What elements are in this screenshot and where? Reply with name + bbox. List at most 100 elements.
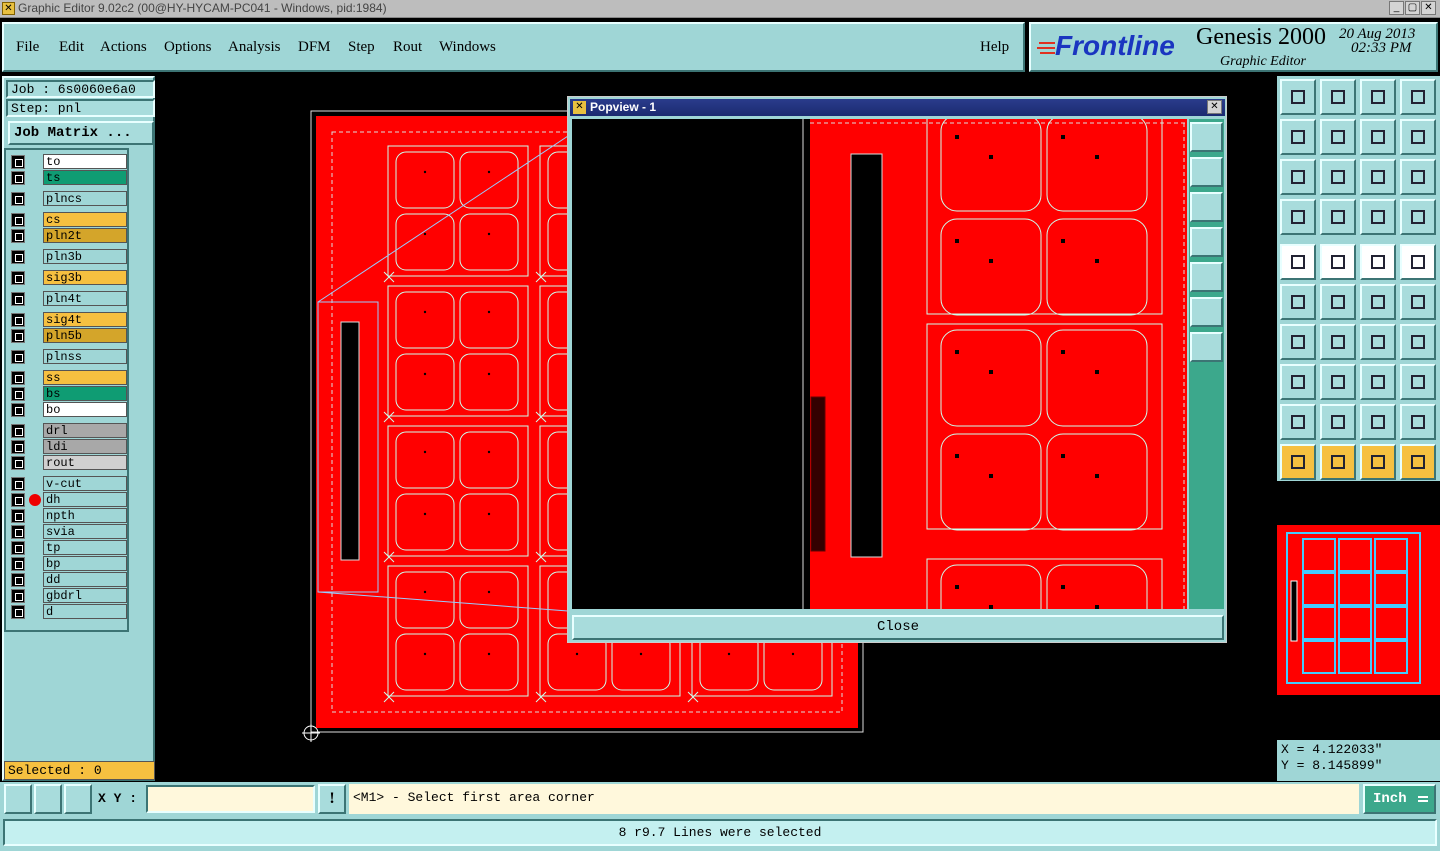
layer-row-d[interactable]: d: [8, 604, 129, 620]
arc2-icon[interactable]: [1320, 324, 1356, 360]
layer-checkbox[interactable]: [11, 525, 25, 539]
layer-checkbox[interactable]: [11, 477, 25, 491]
layer-name[interactable]: ss: [43, 370, 127, 385]
ruler-icon[interactable]: [1360, 244, 1396, 280]
layer-name[interactable]: pln3b: [43, 249, 127, 264]
save-icon[interactable]: [1320, 79, 1356, 115]
layer-name[interactable]: npth: [43, 508, 127, 523]
layer-checkbox[interactable]: [11, 403, 25, 417]
layer-checkbox[interactable]: [11, 573, 25, 587]
menu-windows[interactable]: Windows: [439, 39, 496, 56]
line-icon[interactable]: [1360, 284, 1396, 320]
layer-checkbox[interactable]: [11, 493, 25, 507]
layer-row-plncs[interactable]: plncs: [8, 191, 129, 207]
layer-row-tp[interactable]: tp: [8, 540, 129, 556]
menu-edit[interactable]: Edit: [59, 39, 84, 56]
popview-pan-down-icon[interactable]: [1190, 192, 1223, 222]
move-left-icon[interactable]: [1280, 119, 1316, 155]
layer-row-v-cut[interactable]: v-cut: [8, 476, 129, 492]
close-window-icon[interactable]: ✕: [1421, 1, 1436, 15]
split-view-icon[interactable]: [1400, 79, 1436, 115]
layer-checkbox[interactable]: [11, 605, 25, 619]
pointer-box-icon[interactable]: [1320, 444, 1356, 480]
menu-analysis[interactable]: Analysis: [228, 39, 281, 56]
menu-rout[interactable]: Rout: [393, 39, 422, 56]
triangle3-icon[interactable]: [1360, 404, 1396, 440]
popview-canvas[interactable]: [572, 108, 1187, 766]
delete-icon[interactable]: [1320, 364, 1356, 400]
pad-icon[interactable]: [1400, 244, 1436, 280]
layer-name[interactable]: drl: [43, 423, 127, 438]
popview-zoom-in-icon[interactable]: [1190, 297, 1223, 327]
rotate-icon[interactable]: [1360, 119, 1396, 155]
layer-row-ss[interactable]: ss: [8, 370, 129, 386]
measure-tool-icon[interactable]: [1320, 244, 1356, 280]
layer-name[interactable]: bp: [43, 556, 127, 571]
layer-checkbox[interactable]: [11, 313, 25, 327]
home-icon[interactable]: [1280, 79, 1316, 115]
layer-name[interactable]: bs: [43, 386, 127, 401]
layer-row-gbdrl[interactable]: gbdrl: [8, 588, 129, 604]
layer-checkbox[interactable]: [11, 589, 25, 603]
triangle4-icon[interactable]: [1400, 404, 1436, 440]
layer-name[interactable]: bo: [43, 402, 127, 417]
job-matrix-button[interactable]: Job Matrix ...: [8, 121, 154, 145]
layer-checkbox[interactable]: [11, 329, 25, 343]
layer-row-sig4t[interactable]: sig4t: [8, 312, 129, 328]
minimize-icon[interactable]: _: [1389, 1, 1404, 15]
layer-row-bp[interactable]: bp: [8, 556, 129, 572]
center-icon[interactable]: [1320, 159, 1356, 195]
arc-icon[interactable]: [1280, 324, 1316, 360]
net-icon[interactable]: [1360, 199, 1396, 235]
layer-checkbox[interactable]: [11, 509, 25, 523]
layer-row-bs[interactable]: bs: [8, 386, 129, 402]
house-icon[interactable]: [1360, 79, 1396, 115]
layer-row-pln4t[interactable]: pln4t: [8, 291, 129, 307]
measure-icon[interactable]: [4, 784, 32, 814]
units-dropdown[interactable]: Inch: [1363, 784, 1436, 814]
layer-name[interactable]: pln2t: [43, 228, 127, 243]
popview-close-button[interactable]: Close: [572, 615, 1224, 640]
grid-tool-icon[interactable]: [1320, 199, 1356, 235]
overview-map[interactable]: [1277, 525, 1440, 695]
layer-checkbox[interactable]: [11, 155, 25, 169]
layer-checkbox[interactable]: [11, 456, 25, 470]
maximize-icon[interactable]: ▢: [1405, 1, 1420, 15]
layer-row-drl[interactable]: drl: [8, 423, 129, 439]
grid-icon[interactable]: [64, 784, 92, 814]
xy-input[interactable]: [146, 785, 315, 813]
layer-name[interactable]: dd: [43, 572, 127, 587]
layer-checkbox[interactable]: [11, 292, 25, 306]
popview-zoom-icon[interactable]: [1190, 122, 1223, 152]
layer-row-rout[interactable]: rout: [8, 455, 129, 471]
layer-checkbox[interactable]: [11, 271, 25, 285]
layer-checkbox[interactable]: [11, 229, 25, 243]
triangle-icon[interactable]: [1280, 404, 1316, 440]
popview-zoom-out-icon[interactable]: [1190, 332, 1223, 362]
route-icon[interactable]: [1400, 444, 1436, 480]
layer-checkbox[interactable]: [11, 171, 25, 185]
layer-name[interactable]: v-cut: [43, 476, 127, 491]
layer-row-ldi[interactable]: ldi: [8, 439, 129, 455]
popview-pan-right-icon[interactable]: [1190, 262, 1223, 292]
popview-close-icon[interactable]: ✕: [1207, 100, 1222, 114]
layer-name[interactable]: rout: [43, 455, 127, 470]
layer-name[interactable]: sig3b: [43, 270, 127, 285]
layer-row-pln5b[interactable]: pln5b: [8, 328, 129, 344]
layer-name[interactable]: plnss: [43, 349, 127, 364]
pointer-icon[interactable]: [1280, 444, 1316, 480]
layer-checkbox[interactable]: [11, 371, 25, 385]
layer-name[interactable]: pln4t: [43, 291, 127, 306]
step-icon[interactable]: [1400, 119, 1436, 155]
layer-name[interactable]: svia: [43, 524, 127, 539]
layer-checkbox[interactable]: [11, 213, 25, 227]
menu-dfm[interactable]: DFM: [298, 39, 331, 56]
popview-pan-up-icon[interactable]: [1190, 157, 1223, 187]
pointer-box2-icon[interactable]: [1360, 444, 1396, 480]
menu-file[interactable]: File: [16, 39, 39, 56]
refresh-icon[interactable]: [1400, 364, 1436, 400]
layer-row-cs[interactable]: cs: [8, 212, 129, 228]
layer-name[interactable]: tp: [43, 540, 127, 555]
flip-icon[interactable]: [1400, 324, 1436, 360]
curve-icon[interactable]: [1360, 324, 1396, 360]
